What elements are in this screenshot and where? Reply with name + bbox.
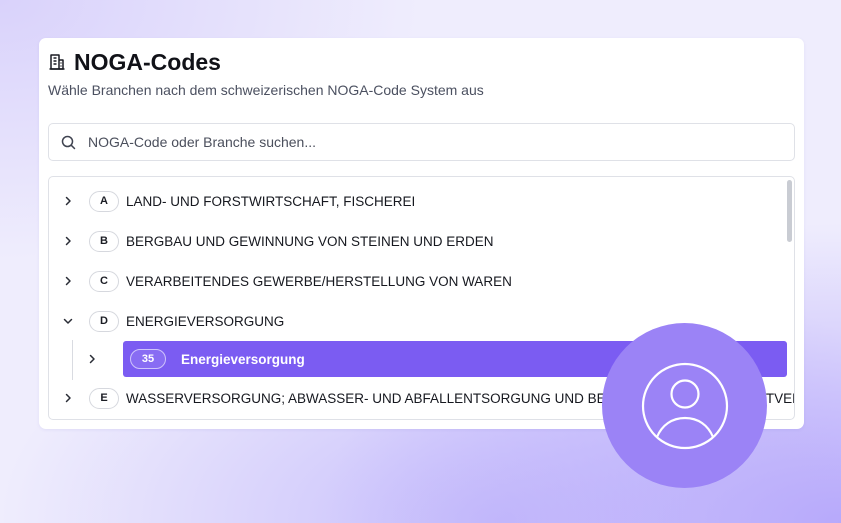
code-badge: C (89, 270, 119, 292)
code-badge: A (89, 190, 119, 212)
tree-item-c[interactable]: C VERARBEITENDES GEWERBE/HERSTELLUNG VON… (61, 263, 512, 299)
tree-indent-line (72, 340, 73, 380)
chevron-down-icon[interactable] (61, 314, 75, 328)
code-badge: D (89, 310, 119, 332)
user-avatar[interactable] (602, 323, 767, 488)
page-title: NOGA-Codes (74, 48, 221, 75)
chevron-right-icon[interactable] (61, 234, 75, 248)
tree-item-label: LAND- UND FORSTWIRTSCHAFT, FISCHEREI (126, 193, 416, 209)
code-badge: 35 (130, 349, 166, 369)
card-header: NOGA-Codes Wähle Branchen nach dem schwe… (48, 48, 484, 99)
tree-item-label: ENERGIEVERSORGUNG (126, 313, 285, 329)
tree-item-label: Energieversorgung (181, 351, 305, 367)
tree-item-label: VERARBEITENDES GEWERBE/HERSTELLUNG VON W… (126, 273, 512, 289)
chevron-right-icon[interactable] (61, 274, 75, 288)
code-badge: E (89, 387, 119, 409)
search-input[interactable] (88, 134, 768, 150)
tree-item-label: BERGBAU UND GEWINNUNG VON STEINEN UND ER… (126, 233, 494, 249)
code-badge: B (89, 230, 119, 252)
chevron-right-icon[interactable] (61, 194, 75, 208)
tree-item-b[interactable]: B BERGBAU UND GEWINNUNG VON STEINEN UND … (61, 223, 494, 259)
search-box[interactable] (48, 123, 795, 161)
tree-item-d[interactable]: D ENERGIEVERSORGUNG (61, 303, 284, 339)
page-subtitle: Wähle Branchen nach dem schweizerischen … (48, 82, 484, 98)
chevron-right-icon[interactable] (61, 391, 75, 405)
tree-item-a[interactable]: A LAND- UND FORSTWIRTSCHAFT, FISCHEREI (61, 183, 415, 219)
title-row: NOGA-Codes (48, 48, 484, 75)
scrollbar-thumb[interactable] (787, 180, 792, 242)
search-icon (61, 135, 76, 150)
user-avatar-icon (641, 362, 728, 449)
chevron-right-icon[interactable] (85, 352, 99, 366)
building-icon (48, 53, 66, 71)
